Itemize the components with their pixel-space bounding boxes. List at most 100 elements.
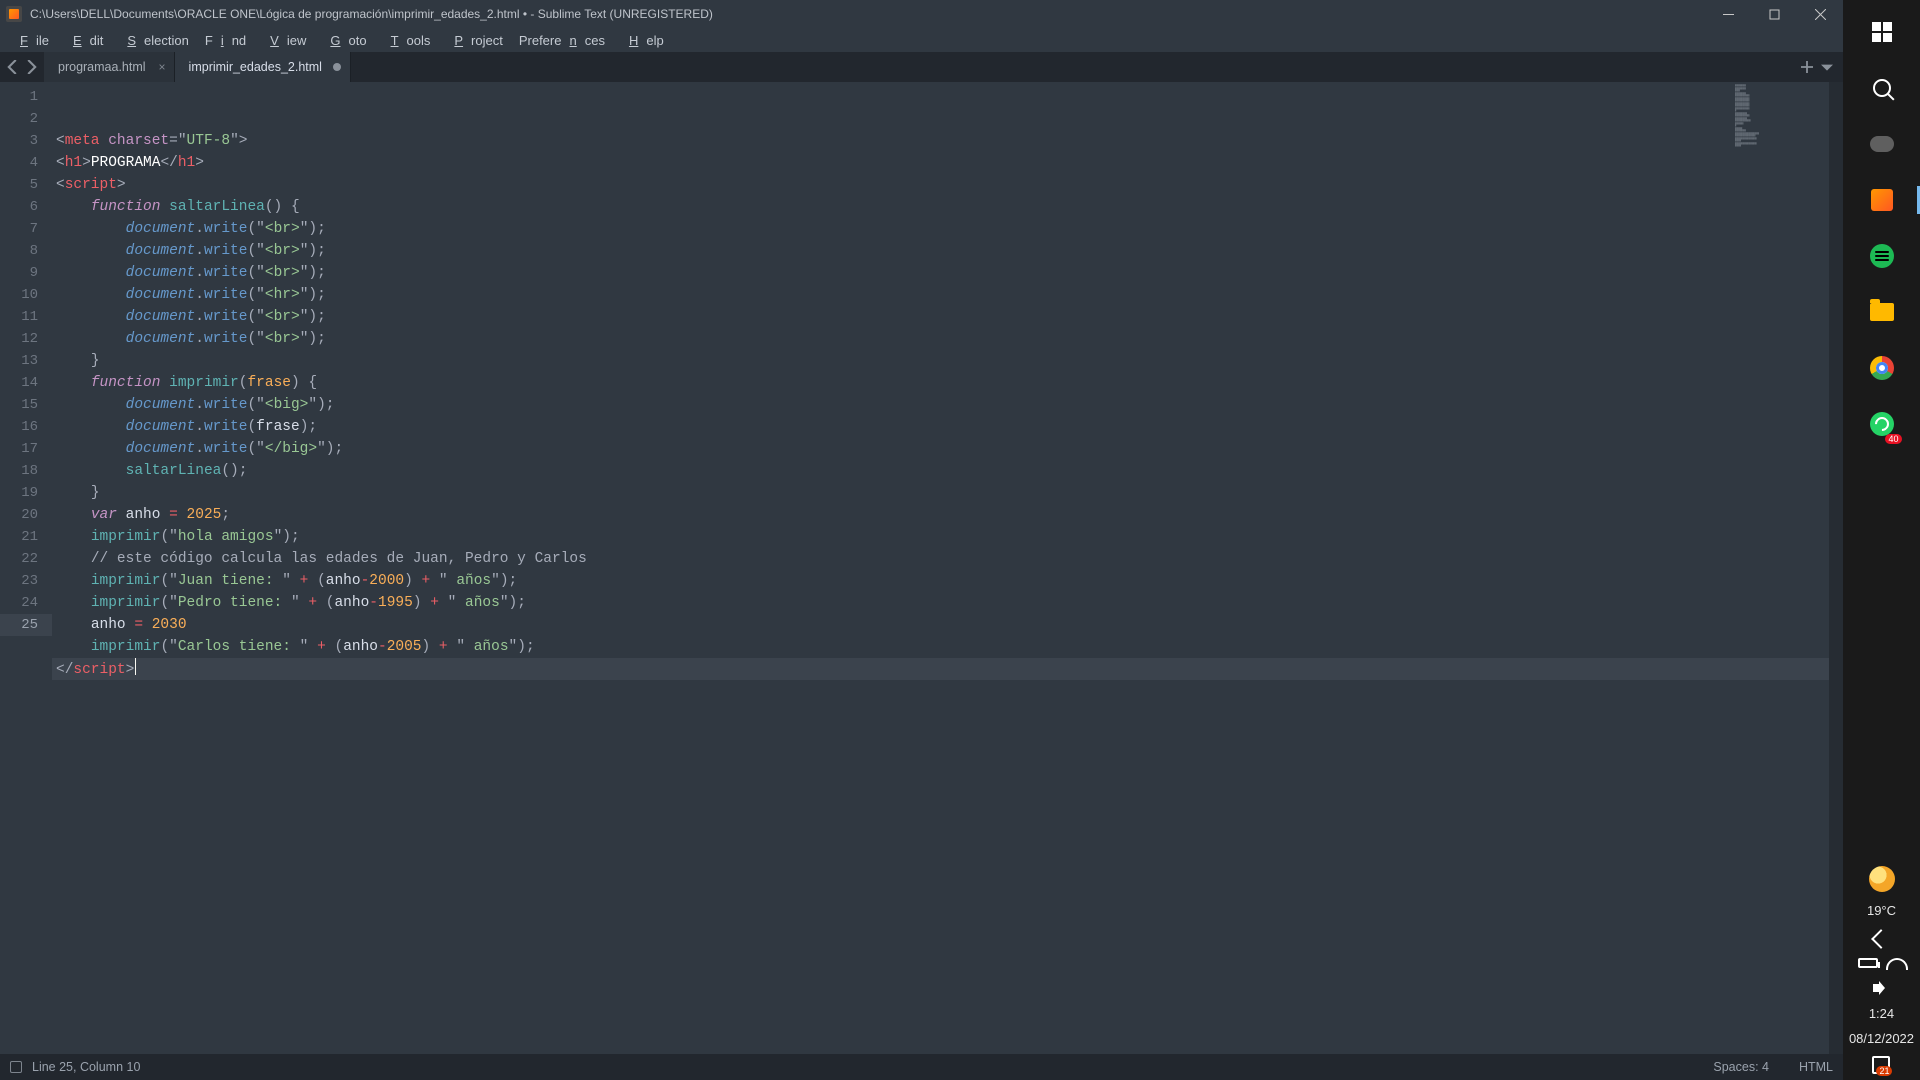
line-number[interactable]: 10 — [0, 284, 52, 306]
title-bar[interactable]: C:\Users\DELL\Documents\ORACLE ONE\Lógic… — [0, 0, 1843, 28]
code-line[interactable]: document.write("<br>"); — [52, 240, 1829, 262]
taskbar-clock-date[interactable]: 08/12/2022 — [1849, 1031, 1914, 1046]
minimap[interactable]: █████████ █████████ ████ █████████ █████… — [1735, 85, 1815, 155]
menu-edit[interactable]: Edit — [57, 31, 111, 50]
taskbar-chrome-icon[interactable] — [1858, 344, 1906, 392]
tray-battery-network-row[interactable] — [1858, 956, 1904, 970]
tab-imprimir-edades-2-html[interactable]: imprimir_edades_2.html — [175, 52, 351, 82]
code-line[interactable]: imprimir("Carlos tiene: " + (anho-2005) … — [52, 636, 1829, 658]
panel-switcher-icon[interactable] — [10, 1061, 22, 1073]
status-spaces[interactable]: Spaces: 4 — [1713, 1060, 1769, 1074]
menu-tools[interactable]: Tools — [375, 31, 439, 50]
code-line[interactable]: document.write("<big>"); — [52, 394, 1829, 416]
taskbar-app-generic[interactable] — [1858, 120, 1906, 168]
line-number[interactable]: 11 — [0, 306, 52, 328]
nav-forward-icon[interactable] — [24, 60, 38, 74]
code-line[interactable]: document.write("<br>"); — [52, 262, 1829, 284]
taskbar-whatsapp-icon[interactable]: 40 — [1858, 400, 1906, 448]
code-line[interactable]: document.write("<br>"); — [52, 328, 1829, 350]
code-line[interactable]: var anho = 2025; — [52, 504, 1829, 526]
line-number[interactable]: 7 — [0, 218, 52, 240]
status-syntax[interactable]: HTML — [1799, 1060, 1833, 1074]
code-line[interactable]: } — [52, 350, 1829, 372]
tray-volume-icon[interactable] — [1873, 980, 1889, 996]
code-line[interactable]: document.write("</big>"); — [52, 438, 1829, 460]
taskbar-clock-time[interactable]: 1:24 — [1869, 1006, 1894, 1021]
new-tab-icon[interactable] — [1801, 61, 1813, 73]
code-line[interactable]: document.write("<br>"); — [52, 306, 1829, 328]
line-number[interactable]: 17 — [0, 438, 52, 460]
taskbar-sublime-icon[interactable] — [1858, 176, 1906, 224]
taskbar-weather-icon[interactable] — [1858, 855, 1906, 903]
code-line[interactable]: imprimir("Juan tiene: " + (anho-2000) + … — [52, 570, 1829, 592]
tab-dropdown-icon[interactable] — [1821, 61, 1833, 73]
line-number[interactable]: 16 — [0, 416, 52, 438]
line-number[interactable]: 13 — [0, 350, 52, 372]
code-line[interactable]: imprimir("Pedro tiene: " + (anho-1995) +… — [52, 592, 1829, 614]
code-line[interactable]: } — [52, 482, 1829, 504]
line-number[interactable]: 8 — [0, 240, 52, 262]
tab-label: programaa.html — [58, 60, 146, 74]
line-number[interactable]: 5 — [0, 174, 52, 196]
start-button[interactable] — [1858, 8, 1906, 56]
notifications-badge: 21 — [1876, 1066, 1892, 1076]
line-number[interactable]: 3 — [0, 130, 52, 152]
minimize-button[interactable] — [1705, 0, 1751, 28]
menu-view[interactable]: View — [254, 31, 314, 50]
code-line[interactable]: document.write("<br>"); — [52, 218, 1829, 240]
line-number[interactable]: 12 — [0, 328, 52, 350]
line-number[interactable]: 24 — [0, 592, 52, 614]
code-line[interactable]: document.write("<hr>"); — [52, 284, 1829, 306]
close-button[interactable] — [1797, 0, 1843, 28]
taskbar-spotify-icon[interactable] — [1858, 232, 1906, 280]
nav-back-icon[interactable] — [6, 60, 20, 74]
code-line[interactable]: imprimir("hola amigos"); — [52, 526, 1829, 548]
code-line[interactable]: // este código calcula las edades de Jua… — [52, 548, 1829, 570]
line-number-gutter[interactable]: 1234567891011121314151617181920212223242… — [0, 82, 52, 1054]
menu-goto[interactable]: Goto — [314, 31, 374, 50]
line-number[interactable]: 1 — [0, 86, 52, 108]
line-number[interactable]: 20 — [0, 504, 52, 526]
menu-preferences[interactable]: Preferences — [511, 31, 613, 50]
tray-expand-icon[interactable] — [1874, 932, 1888, 946]
sublime-window: C:\Users\DELL\Documents\ORACLE ONE\Lógic… — [0, 0, 1843, 1080]
line-number[interactable]: 6 — [0, 196, 52, 218]
taskbar-search-button[interactable] — [1858, 64, 1906, 112]
tab-programaa-html[interactable]: programaa.html × — [44, 52, 175, 82]
line-number[interactable]: 23 — [0, 570, 52, 592]
line-number[interactable]: 15 — [0, 394, 52, 416]
code-line[interactable]: <h1>PROGRAMA</h1> — [52, 152, 1829, 174]
line-number[interactable]: 4 — [0, 152, 52, 174]
line-number[interactable]: 19 — [0, 482, 52, 504]
notifications-button[interactable]: 21 — [1872, 1056, 1890, 1074]
menu-file[interactable]: File — [4, 31, 57, 50]
menu-selection[interactable]: Selection — [111, 31, 196, 50]
line-number[interactable]: 2 — [0, 108, 52, 130]
vertical-scrollbar[interactable] — [1829, 82, 1843, 1054]
code-line[interactable]: <script> — [52, 174, 1829, 196]
line-number[interactable]: 18 — [0, 460, 52, 482]
status-position[interactable]: Line 25, Column 10 — [32, 1060, 140, 1074]
code-editor[interactable]: <meta charset="UTF-8"><h1>PROGRAMA</h1><… — [52, 82, 1829, 1054]
menu-help[interactable]: Help — [613, 31, 672, 50]
maximize-button[interactable] — [1751, 0, 1797, 28]
line-number[interactable]: 22 — [0, 548, 52, 570]
code-line[interactable]: function saltarLinea() { — [52, 196, 1829, 218]
menu-project[interactable]: Project — [438, 31, 510, 50]
code-line[interactable]: anho = 2030 — [52, 614, 1829, 636]
code-line[interactable]: saltarLinea(); — [52, 460, 1829, 482]
tab-close-icon[interactable]: × — [159, 60, 166, 74]
line-number[interactable]: 21 — [0, 526, 52, 548]
taskbar-explorer-icon[interactable] — [1858, 288, 1906, 336]
line-number[interactable]: 9 — [0, 262, 52, 284]
code-line[interactable]: document.write(frase); — [52, 416, 1829, 438]
menu-bar: File Edit Selection Find View Goto Tools… — [0, 28, 1843, 52]
battery-icon — [1858, 958, 1878, 968]
code-line[interactable]: <meta charset="UTF-8"> — [52, 130, 1829, 152]
code-line[interactable]: function imprimir(frase) { — [52, 372, 1829, 394]
line-number[interactable]: 14 — [0, 372, 52, 394]
code-line[interactable]: </script> — [52, 658, 1829, 680]
line-number[interactable]: 25 — [0, 614, 52, 636]
taskbar-weather-temp[interactable]: 19°C — [1867, 903, 1896, 918]
menu-find[interactable]: Find — [197, 31, 254, 50]
